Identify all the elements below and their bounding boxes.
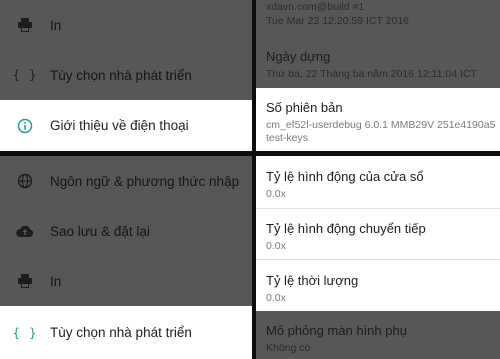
build-number-row[interactable]: Số phiên bản cm_ef52l-userdebug 6.0.1 MM… — [256, 88, 500, 151]
build-number-value-line2: test-keys — [266, 132, 309, 144]
window-animation-scale-row[interactable]: Tỷ lệ hình động của cửa sổ 0.0x — [256, 156, 500, 208]
setting-value: 0.0x — [266, 292, 286, 304]
developer-braces-icon: { } — [12, 325, 38, 340]
build-number-value-line1: cm_ef52l-userdebug 6.0.1 MMB29V 251e4190… — [266, 119, 496, 131]
settings-item-label: Tùy chọn nhà phát triển — [50, 67, 192, 83]
build-date-title: Ngày dựng — [266, 49, 331, 64]
developer-braces-icon: { } — [12, 68, 38, 82]
settings-item-language-input[interactable]: Ngôn ngữ & phương thức nhập — [0, 156, 252, 206]
build-number-title: Số phiên bản — [266, 100, 343, 115]
build-info-row: xdavn.com@build #1 Tue Mar 22 12:20:59 I… — [256, 0, 500, 40]
settings-item-developer-options[interactable]: { } Tùy chọn nhà phát triển — [0, 50, 252, 100]
settings-item-label: Giới thiệu về điện thoại — [50, 118, 189, 133]
setting-title: Tỷ lệ thời lượng — [266, 273, 359, 288]
setting-title: Tỷ lệ hình động chuyển tiếp — [266, 221, 426, 236]
settings-item-print[interactable]: In — [0, 0, 252, 50]
build-info-line2: Tue Mar 22 12:20:59 ICT 2016 — [266, 15, 410, 27]
info-icon — [0, 101, 50, 151]
setting-title: Mô phỏng màn hình phụ — [266, 323, 407, 338]
globe-icon — [0, 156, 50, 206]
settings-item-about-phone[interactable]: Giới thiệu về điện thoại — [0, 100, 252, 151]
transition-animation-scale-row[interactable]: Tỷ lệ hình động chuyển tiếp 0.0x — [256, 209, 500, 259]
printer-icon — [0, 256, 50, 306]
setting-value: 0.0x — [266, 240, 286, 252]
simulate-secondary-display-row[interactable]: Mô phỏng màn hình phụ Không có — [256, 311, 500, 359]
settings-item-backup-reset[interactable]: Sao lưu & đặt lại — [0, 206, 252, 256]
build-info-line1: xdavn.com@build #1 — [266, 1, 365, 13]
vertical-divider — [252, 0, 256, 359]
setting-title: Tỷ lệ hình động của cửa sổ — [266, 169, 424, 184]
settings-item-print[interactable]: In — [0, 256, 252, 306]
animator-duration-scale-row[interactable]: Tỷ lệ thời lượng 0.0x — [256, 260, 500, 311]
horizontal-divider — [0, 151, 500, 156]
cloud-upload-icon — [0, 206, 50, 256]
build-date-row[interactable]: Ngày dựng Thứ ba, 22 Tháng ba năm 2016 1… — [256, 49, 500, 88]
printer-icon — [0, 0, 50, 50]
settings-item-label: Ngôn ngữ & phương thức nhập — [50, 173, 240, 189]
setting-value: Không có — [266, 342, 311, 354]
settings-item-label: In — [50, 273, 62, 289]
settings-item-label: Tùy chọn nhà phát triển — [50, 325, 192, 340]
setting-value: 0.0x — [266, 188, 286, 200]
settings-list-bottom-left: Ngôn ngữ & phương thức nhập Sao lưu & đặ… — [0, 156, 252, 359]
build-date-value: Thứ ba, 22 Tháng ba năm 2016 12:11:04 IC… — [266, 68, 477, 80]
settings-item-label: In — [50, 17, 62, 33]
settings-list-top-left: In { } Tùy chọn nhà phát triển Giới thiệ… — [0, 0, 252, 151]
settings-item-label: Sao lưu & đặt lại — [50, 223, 150, 239]
settings-item-developer-options[interactable]: { } Tùy chọn nhà phát triển — [0, 306, 252, 359]
